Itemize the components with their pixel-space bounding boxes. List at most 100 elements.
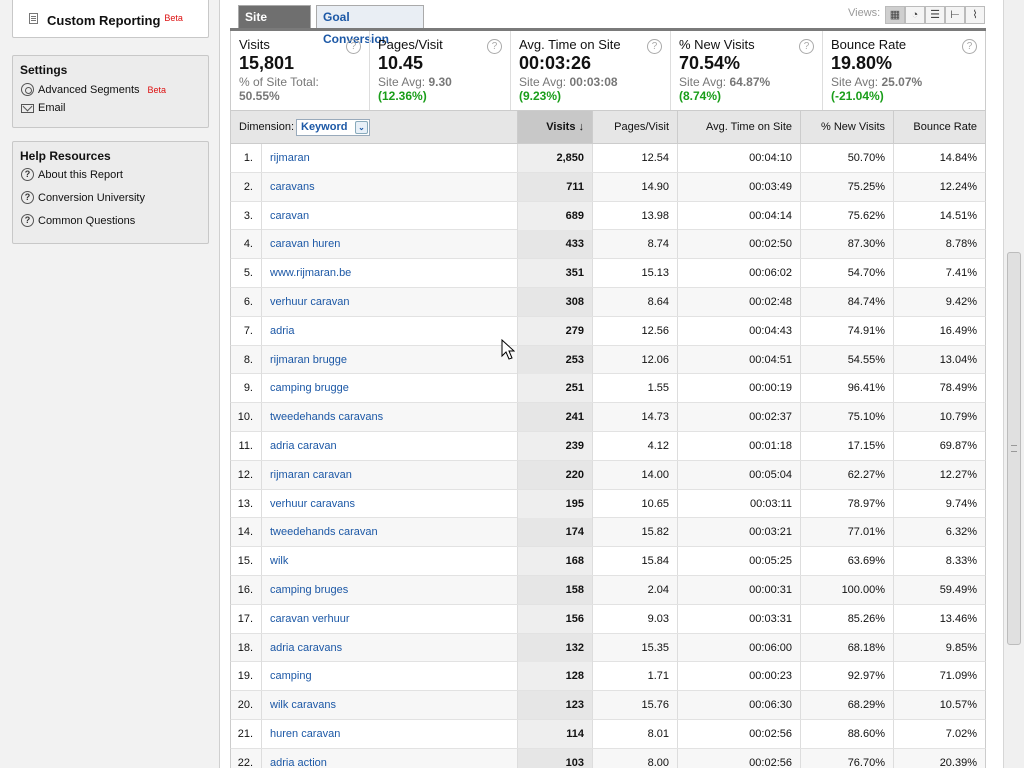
new-visits-cell: 84.74%	[800, 287, 893, 316]
column-new-visits[interactable]: % New Visits	[800, 111, 893, 143]
report-icon	[29, 13, 38, 24]
visits-cell: 239	[517, 431, 592, 460]
bounce-rate-cell: 16.49%	[893, 316, 985, 345]
keyword-link[interactable]: caravan	[261, 201, 517, 230]
keyword-link[interactable]: adria	[261, 316, 517, 345]
keyword-link[interactable]: adria caravans	[261, 633, 517, 662]
email-link[interactable]: Email	[21, 102, 66, 114]
column-visits[interactable]: Visits ↓	[517, 111, 592, 143]
keyword-link[interactable]: tweedehands caravan	[261, 518, 517, 547]
help-icon: ?	[21, 168, 34, 181]
column-pages-visit[interactable]: Pages/Visit	[592, 111, 677, 143]
keyword-link[interactable]: camping bruges	[261, 575, 517, 604]
compare-view-icon[interactable]: ⊢	[945, 6, 965, 24]
keyword-link[interactable]: tweedehands caravans	[261, 403, 517, 432]
keyword-link[interactable]: caravan huren	[261, 230, 517, 259]
pages-visit-cell: 15.84	[592, 547, 677, 576]
email-icon	[21, 103, 34, 113]
visits-cell: 128	[517, 662, 592, 691]
visits-cell: 220	[517, 460, 592, 489]
keyword-link[interactable]: wilk	[261, 547, 517, 576]
keyword-link[interactable]: rijmaran caravan	[261, 460, 517, 489]
keyword-link[interactable]: caravans	[261, 172, 517, 201]
help-icon[interactable]: ?	[962, 39, 977, 54]
new-visits-cell: 77.01%	[800, 518, 893, 547]
column-avg-time[interactable]: Avg. Time on Site	[677, 111, 800, 143]
keyword-link[interactable]: huren caravan	[261, 719, 517, 748]
keyword-link[interactable]: adria caravan	[261, 431, 517, 460]
bounce-rate-cell: 10.57%	[893, 691, 985, 720]
keyword-link[interactable]: rijmaran	[261, 144, 517, 172]
visits-cell: 689	[517, 201, 592, 230]
avg-time-cell: 00:03:31	[677, 604, 800, 633]
help-heading: Help Resources	[20, 149, 111, 163]
table-row: 16. camping bruges 158 2.04 00:00:31 100.00% 5…	[230, 575, 986, 605]
table-row: 13. verhuur caravans 195 10.65 00:03:11 78.97…	[230, 489, 986, 519]
avg-time-cell: 00:04:43	[677, 316, 800, 345]
avg-time-cell: 00:06:30	[677, 691, 800, 720]
keyword-link[interactable]: wilk caravans	[261, 691, 517, 720]
bounce-rate-cell: 13.46%	[893, 604, 985, 633]
visits-cell: 279	[517, 316, 592, 345]
tab-goal-conversion[interactable]: Goal Conversion	[316, 5, 424, 46]
table-row: 10. tweedehands caravans 241 14.73 00:02:37 7…	[230, 403, 986, 432]
visits-cell: 433	[517, 230, 592, 259]
pages-visit-cell: 4.12	[592, 431, 677, 460]
help-icon[interactable]: ?	[487, 39, 502, 54]
keyword-link[interactable]: www.rijmaran.be	[261, 259, 517, 288]
bounce-rate-cell: 7.41%	[893, 259, 985, 288]
bar-view-icon[interactable]: ☰	[925, 6, 945, 24]
advanced-segments-link[interactable]: Advanced Segments Beta	[21, 83, 166, 96]
pages-visit-cell: 15.82	[592, 518, 677, 547]
row-number: 3.	[243, 209, 253, 222]
pie-view-icon[interactable]: ◔	[905, 6, 925, 24]
settings-heading: Settings	[20, 63, 68, 77]
summary-metrics: Visits 15,801 % of Site Total: 50.55% ? …	[230, 31, 986, 110]
conversion-university-link[interactable]: ? Conversion University	[21, 191, 145, 204]
common-questions-link[interactable]: ? Common Questions	[21, 214, 135, 227]
keyword-link[interactable]: adria action	[261, 748, 517, 768]
new-visits-cell: 75.62%	[800, 201, 893, 230]
table-view-icon[interactable]: ▦	[885, 6, 905, 24]
new-visits-cell: 68.18%	[800, 633, 893, 662]
sort-arrow-icon: ↓	[578, 121, 585, 133]
row-number: 15.	[237, 555, 253, 568]
pages-visit-cell: 8.74	[592, 230, 677, 259]
row-number: 22.	[237, 756, 253, 768]
custom-reporting-box[interactable]: Custom Reporting Beta	[12, 0, 209, 38]
pivot-view-icon[interactable]: ⌇	[965, 6, 985, 24]
keyword-link[interactable]: camping	[261, 662, 517, 691]
keyword-link[interactable]: camping brugge	[261, 374, 517, 403]
help-icon[interactable]: ?	[346, 39, 361, 54]
new-visits-cell: 54.70%	[800, 259, 893, 288]
about-report-link[interactable]: ? About this Report	[21, 168, 123, 181]
new-visits-cell: 92.97%	[800, 662, 893, 691]
help-icon[interactable]: ?	[647, 39, 662, 54]
bounce-rate-cell: 69.87%	[893, 431, 985, 460]
row-number: 1.	[243, 152, 253, 164]
keyword-link[interactable]: verhuur caravans	[261, 489, 517, 518]
tab-site-usage[interactable]: Site Usage	[238, 5, 311, 46]
keyword-link[interactable]: rijmaran brugge	[261, 345, 517, 374]
custom-reporting-link[interactable]: Custom Reporting Beta	[47, 13, 183, 28]
row-number: 16.	[237, 583, 253, 596]
new-visits-cell: 68.29%	[800, 691, 893, 720]
keyword-link[interactable]: caravan verhuur	[261, 604, 517, 633]
scrollbar-thumb[interactable]	[1007, 252, 1021, 645]
column-bounce-rate[interactable]: Bounce Rate	[893, 111, 985, 143]
keyword-link[interactable]: verhuur caravan	[261, 287, 517, 316]
avg-time-cell: 00:05:04	[677, 460, 800, 489]
table-row: 7. adria 279 12.56 00:04:43 74.91% 16.49%	[230, 316, 986, 346]
new-visits-cell: 54.55%	[800, 345, 893, 374]
pages-visit-cell: 8.64	[592, 287, 677, 316]
help-icon[interactable]: ?	[799, 39, 814, 54]
view-switcher: ▦ ◔ ☰ ⊢ ⌇	[885, 6, 986, 25]
row-number: 12.	[237, 468, 253, 481]
page-scrollbar[interactable]	[1003, 0, 1024, 768]
dimension-select[interactable]: Keyword ⌄	[296, 119, 370, 136]
table-row: 11. adria caravan 239 4.12 00:01:18 17.15% 69.…	[230, 431, 986, 461]
report-main: Site Usage Goal Conversion Views: ▦ ◔ ☰ …	[230, 0, 986, 768]
avg-time-cell: 00:02:48	[677, 287, 800, 316]
bounce-rate-cell: 13.04%	[893, 345, 985, 374]
row-number: 17.	[237, 612, 253, 625]
